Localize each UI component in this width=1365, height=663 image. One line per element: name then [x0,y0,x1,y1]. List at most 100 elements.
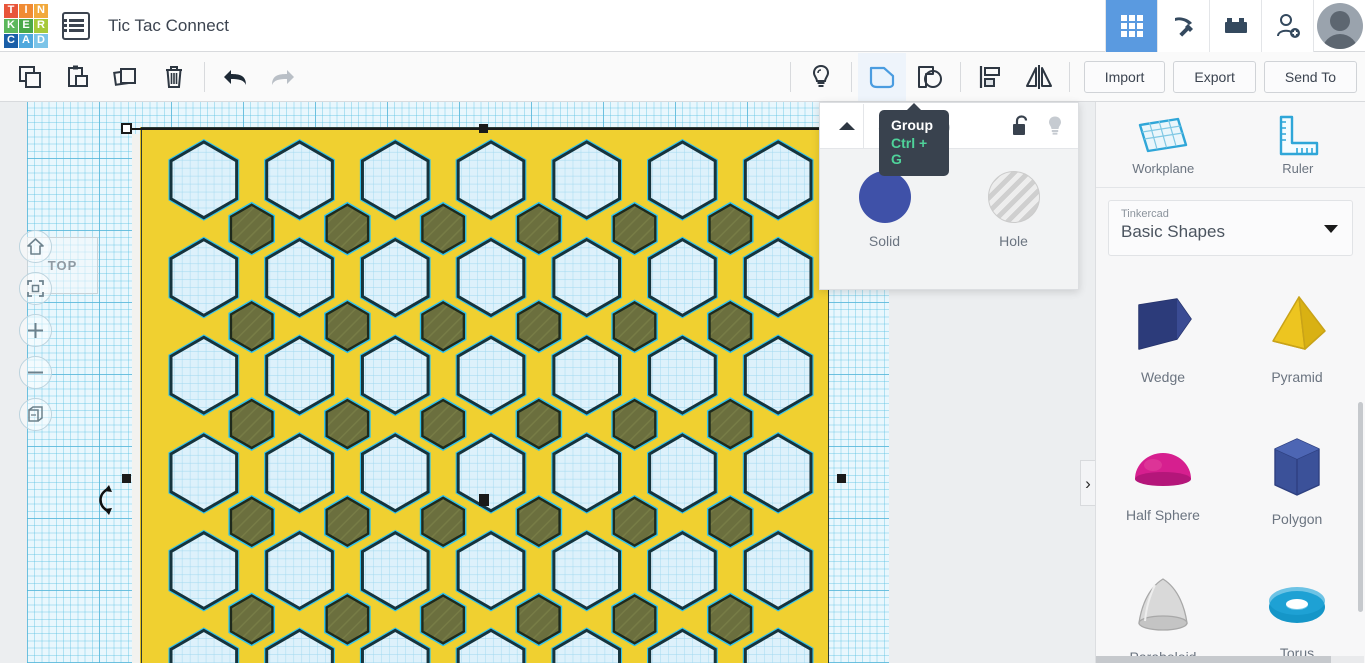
hex-peg [708,496,753,548]
wedge-label: Wedge [1140,369,1186,385]
lightbulb-icon[interactable] [1042,113,1068,139]
import-button[interactable]: Import [1083,60,1166,93]
chevron-up-icon[interactable] [830,103,864,148]
hex-pattern [168,138,814,663]
polygon-icon [1274,438,1320,496]
designs-grid-icon[interactable] [1105,0,1157,52]
delete-trash-icon[interactable] [150,53,198,101]
hex-peg [229,496,274,548]
polygon-label: Polygon [1271,511,1323,527]
hex-hole [265,628,334,663]
hex-peg [229,594,274,645]
hex-peg [325,301,370,352]
hex-peg [612,203,657,254]
library-value: Basic Shapes [1121,222,1225,241]
list-menu-icon[interactable] [62,11,90,40]
workplane-grid[interactable] [27,102,889,663]
resize-handle-tl[interactable] [121,123,132,134]
logo-tile-t: T [4,3,18,18]
tooltip-title: Group [891,117,933,133]
hex-peg [708,203,753,254]
resize-handle-mr[interactable] [837,474,846,483]
zoom-in-button[interactable] [19,314,52,347]
logo-tile-k: K [4,18,18,33]
tooltip-shortcut: Ctrl + G [891,135,928,167]
zoom-out-button[interactable] [19,356,52,389]
hex-peg [612,301,657,352]
hex-peg [612,398,657,450]
duplicate-icon[interactable] [102,53,150,101]
logo-tile-i: I [19,3,33,18]
solid-option[interactable]: Solid [837,171,932,249]
move-handle[interactable] [479,494,489,506]
top-right-tools [1105,0,1365,52]
panel-hscrollbar[interactable] [1096,656,1364,663]
workplane-icon [1139,117,1188,153]
shape-wedge[interactable]: Wedge [1096,268,1230,408]
logo-tile-n: N [34,3,48,18]
panel-collapse-tab[interactable]: › [1080,460,1095,506]
hole-option[interactable]: Hole [966,171,1061,249]
solid-swatch[interactable] [858,171,911,223]
shape-grid: Wedge Pyramid Half Sphere Polygon Parabo… [1096,268,1364,657]
half-sphere-icon [1135,453,1191,486]
unlock-icon[interactable] [1008,113,1034,139]
hex-peg [325,594,370,645]
shape-paraboloid[interactable]: Paraboloid [1096,548,1230,657]
shape-polygon[interactable]: Polygon [1230,408,1364,548]
align-icon[interactable] [967,53,1015,101]
codeblocks-pickaxe-icon[interactable] [1157,0,1209,52]
workplane-tool[interactable]: Workplane [1096,102,1231,187]
hex-hole [360,628,430,663]
copy-icon[interactable] [6,53,54,101]
avatar[interactable] [1313,0,1365,52]
hole-label: Hole [999,233,1028,249]
workplane-label: Workplane [1132,161,1195,176]
toolbar-right: Import Export Send To [784,52,1365,101]
logo-tile-e: E [19,18,33,33]
home-view-button[interactable] [19,230,52,263]
export-button[interactable]: Export [1173,60,1256,93]
perspective-toggle-button[interactable] [19,398,52,431]
paste-icon[interactable] [54,53,102,101]
shape-torus[interactable]: Torus [1230,548,1364,657]
hex-plate-object[interactable] [141,127,829,663]
half-sphere-label: Half Sphere [1126,507,1200,523]
hex-peg [516,594,561,645]
hex-peg [421,594,466,645]
tinkercad-logo[interactable]: TIN KER CAD [2,2,50,50]
redo-icon[interactable] [259,53,307,101]
undo-icon[interactable] [211,53,259,101]
hex-peg [229,398,274,450]
sendto-button[interactable]: Send To [1263,60,1357,93]
pyramid-label: Pyramid [1271,369,1323,385]
shape-half-sphere[interactable]: Half Sphere [1096,408,1230,548]
hex-hole [456,628,526,663]
resize-handle-ml[interactable] [122,474,131,483]
shape-library-select[interactable]: Tinkercad Basic Shapes [1108,200,1353,256]
shape-pyramid[interactable]: Pyramid [1230,268,1364,408]
hex-peg [421,398,466,450]
hex-peg [708,594,753,645]
tinkercad-app: TINKERCAD Tic Tac Connect Import Export … [0,0,1365,663]
ungroup-icon[interactable] [906,53,954,101]
lightbulb-hint-icon[interactable] [797,53,845,101]
group-icon[interactable] [857,52,906,101]
pyramid-icon [1272,296,1326,350]
hex-peg [325,398,370,450]
logo-tile-d: D [34,33,48,48]
ruler-label: Ruler [1282,161,1314,176]
invite-user-icon[interactable] [1261,0,1313,52]
hex-peg [516,301,561,352]
mirror-icon[interactable] [1015,53,1063,101]
chevron-down-icon[interactable] [1324,225,1338,233]
hex-peg [612,496,657,548]
hole-swatch[interactable] [987,171,1040,223]
ruler-tool[interactable]: Ruler [1231,102,1365,187]
bricks-icon[interactable] [1209,0,1261,52]
library-category: Tinkercad [1121,208,1169,220]
panel-scrollbar[interactable] [1358,402,1363,612]
fit-view-button[interactable] [19,272,52,305]
wedge-icon [1138,298,1192,350]
rotate-handle[interactable] [93,484,115,516]
